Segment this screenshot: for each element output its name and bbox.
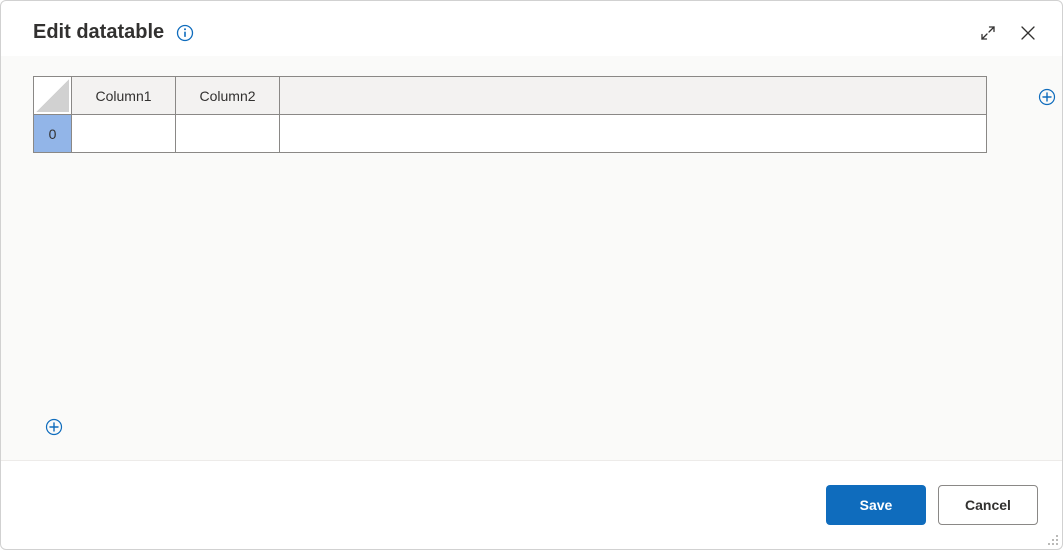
column-header[interactable]: Column2 xyxy=(176,77,280,115)
cancel-button[interactable]: Cancel xyxy=(938,485,1038,525)
data-cell[interactable] xyxy=(72,115,176,153)
dialog-footer: Save Cancel xyxy=(1,460,1062,549)
data-cell[interactable] xyxy=(176,115,280,153)
info-icon[interactable] xyxy=(176,24,194,42)
edit-datatable-dialog: Edit datatable xyxy=(0,0,1063,550)
header-row: Column1 Column2 xyxy=(34,77,987,115)
resize-handle-icon[interactable] xyxy=(1045,532,1059,546)
datatable: Column1 Column2 0 xyxy=(33,76,987,153)
dialog-header: Edit datatable xyxy=(1,1,1062,56)
header-actions xyxy=(978,23,1038,43)
datatable-container: Column1 Column2 0 xyxy=(33,76,1030,153)
row-index-cell[interactable]: 0 xyxy=(34,115,72,153)
add-column-icon[interactable] xyxy=(1038,88,1056,106)
expand-icon[interactable] xyxy=(978,23,998,43)
dialog-title: Edit datatable xyxy=(33,21,164,44)
table-row: 0 xyxy=(34,115,987,153)
close-icon[interactable] xyxy=(1018,23,1038,43)
select-all-corner[interactable] xyxy=(34,77,72,115)
column-header-empty[interactable] xyxy=(280,77,987,115)
data-cell[interactable] xyxy=(280,115,987,153)
add-row-icon[interactable] xyxy=(45,418,63,436)
save-button[interactable]: Save xyxy=(826,485,926,525)
column-header[interactable]: Column1 xyxy=(72,77,176,115)
dialog-body: Column1 Column2 0 xyxy=(1,56,1062,460)
